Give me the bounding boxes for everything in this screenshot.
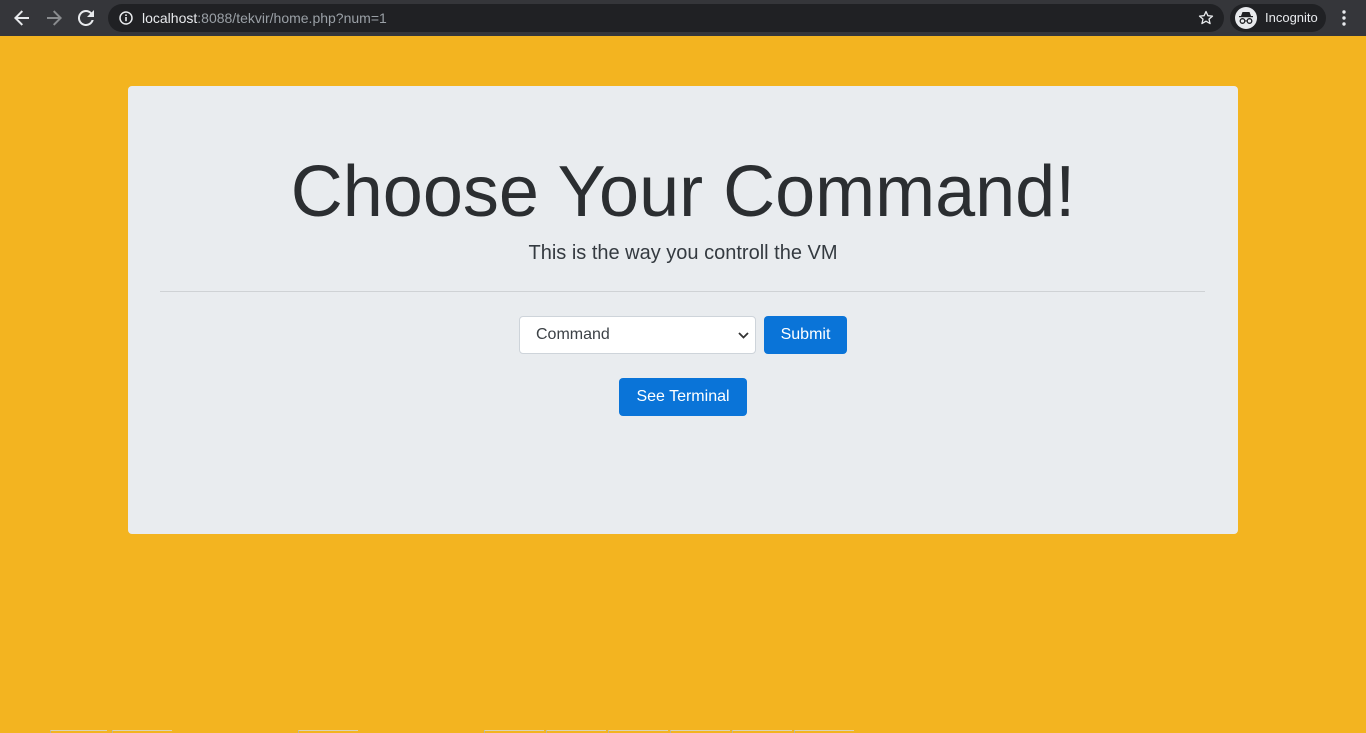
url-text: localhost:8088/tekvir/home.php?num=1 — [142, 4, 387, 32]
profile-chip[interactable]: Incognito — [1230, 4, 1326, 32]
forward-arrow-icon — [47, 10, 62, 26]
command-select-value: Command — [536, 326, 610, 343]
address-bar[interactable]: localhost:8088/tekvir/home.php?num=1 — [108, 4, 1224, 32]
back-button[interactable] — [8, 4, 36, 32]
browser-toolbar: localhost:8088/tekvir/home.php?num=1 Inc… — [0, 0, 1366, 36]
info-icon[interactable] — [119, 11, 133, 25]
page-subtitle: This is the way you controll the VM — [528, 242, 838, 264]
url-host: localhost — [142, 10, 198, 26]
kebab-menu-icon — [1342, 10, 1346, 26]
page-title: Choose Your Command! — [290, 152, 1076, 232]
reload-icon — [78, 10, 94, 26]
back-arrow-icon — [14, 10, 29, 26]
star-icon[interactable] — [1198, 10, 1214, 26]
submit-button[interactable]: Submit — [764, 316, 847, 354]
reload-button[interactable] — [72, 4, 100, 32]
chevron-down-icon — [738, 332, 749, 339]
profile-label: Incognito — [1265, 10, 1318, 25]
forward-button[interactable] — [40, 4, 68, 32]
divider — [160, 291, 1205, 292]
see-terminal-button[interactable]: See Terminal — [619, 378, 747, 416]
command-select[interactable]: Command — [519, 316, 756, 354]
incognito-icon — [1235, 7, 1257, 29]
browser-menu-button[interactable] — [1334, 4, 1354, 32]
url-path: :8088/tekvir/home.php?num=1 — [197, 10, 387, 26]
